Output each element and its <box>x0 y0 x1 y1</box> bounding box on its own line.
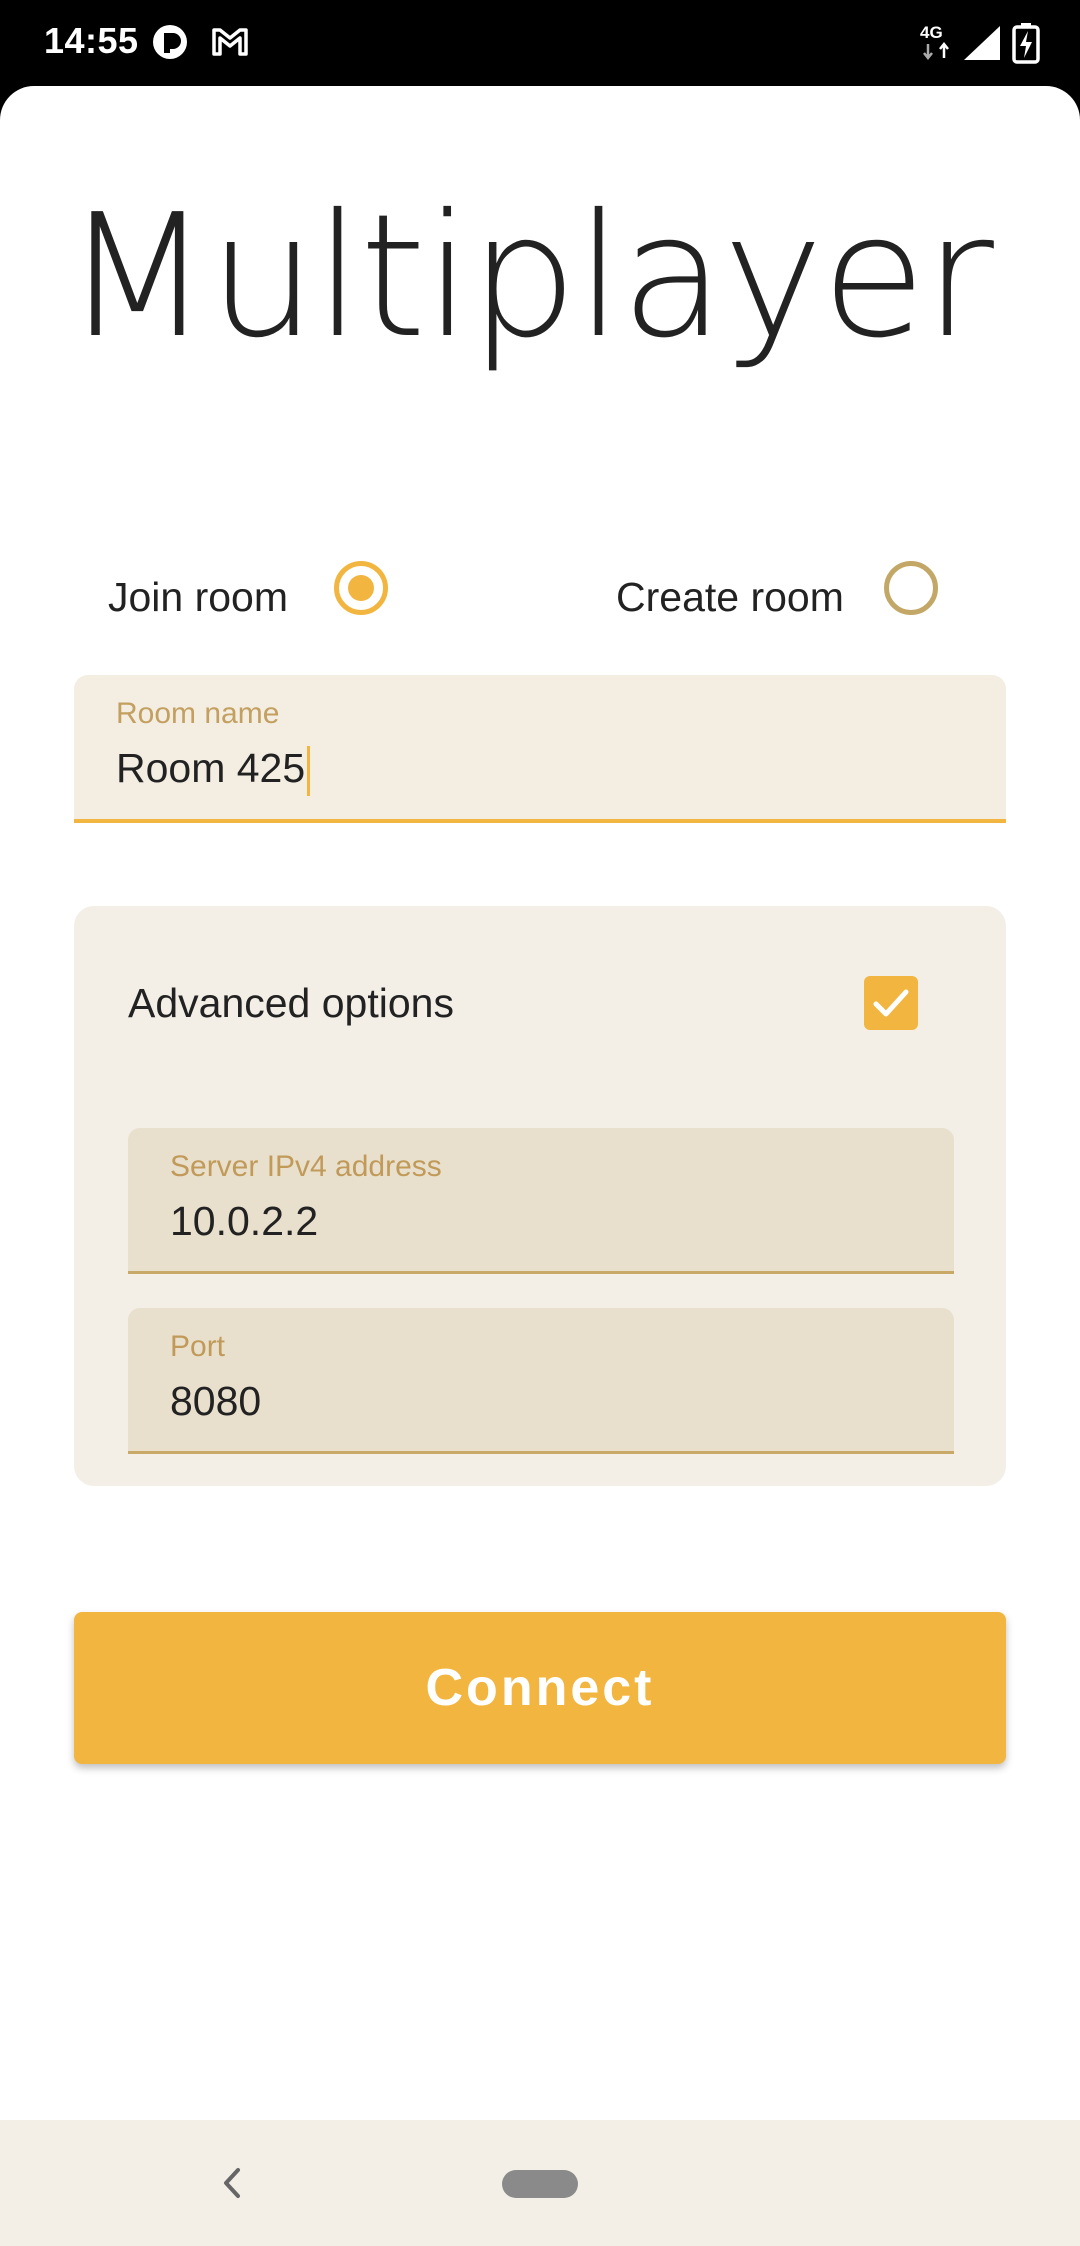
create-room-option[interactable]: Create room <box>616 556 946 636</box>
port-input[interactable]: 8080 <box>170 1378 261 1425</box>
server-ip-label: Server IPv4 address <box>170 1150 442 1183</box>
advanced-options-label: Advanced options <box>128 980 454 1026</box>
checkmark-icon <box>873 989 909 1017</box>
room-name-label: Room name <box>116 697 280 730</box>
app-notification-icon <box>150 22 190 67</box>
gmail-icon <box>210 22 250 67</box>
join-room-label: Join room <box>108 574 289 620</box>
battery-charging-icon <box>1012 22 1040 69</box>
status-bar: 14:55 4G <box>0 0 1080 86</box>
server-ip-input[interactable]: 10.0.2.2 <box>170 1198 318 1245</box>
advanced-options-card: Advanced options Server IPv4 address 10.… <box>74 906 1006 1486</box>
page-title: Multiplayer <box>64 178 994 376</box>
home-pill-icon[interactable] <box>502 2170 578 2198</box>
create-room-label: Create room <box>616 574 844 620</box>
port-field[interactable]: Port 8080 <box>128 1308 954 1454</box>
room-name-field[interactable]: Room name Room 425 <box>74 675 1006 823</box>
join-room-radio[interactable] <box>334 561 388 615</box>
status-time: 14:55 <box>44 20 139 61</box>
text-cursor <box>307 746 311 797</box>
port-label: Port <box>170 1330 226 1363</box>
network-4g-icon: 4G <box>918 22 958 69</box>
back-icon[interactable] <box>218 2162 248 2209</box>
main-sheet: Multiplayer Join room Create room Room n… <box>0 86 1080 2246</box>
create-room-radio[interactable] <box>884 561 938 615</box>
svg-text:4G: 4G <box>920 23 943 42</box>
signal-icon <box>962 24 1002 67</box>
navigation-bar <box>0 2120 1080 2246</box>
connect-button[interactable]: Connect <box>74 1612 1006 1764</box>
room-name-value: Room 425 <box>116 745 306 791</box>
room-name-input[interactable]: Room 425 <box>116 745 311 797</box>
advanced-options-checkbox[interactable] <box>864 976 918 1030</box>
join-room-option[interactable]: Join room <box>108 556 408 636</box>
server-ip-field[interactable]: Server IPv4 address 10.0.2.2 <box>128 1128 954 1274</box>
